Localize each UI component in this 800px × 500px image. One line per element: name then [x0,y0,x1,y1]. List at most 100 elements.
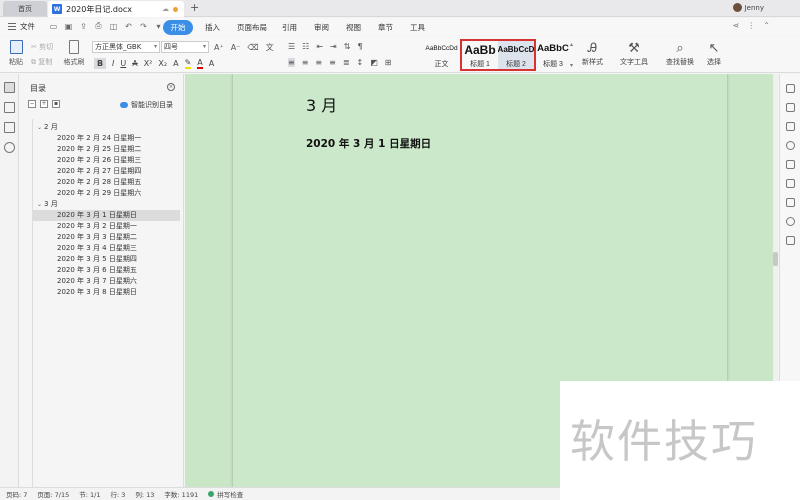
text-tools-button[interactable]: ⚒ 文字工具 [620,40,648,67]
find-replace-button[interactable]: ⌕ 查找替换 [666,40,694,67]
text-effect-icon[interactable]: A [173,59,178,68]
tab-review[interactable]: 审阅 [314,20,329,35]
toc-group-item[interactable]: ⌄ 2 月 [33,122,180,133]
decrease-indent-icon[interactable]: ⇤ [316,42,323,51]
char-shading-icon[interactable]: A [209,59,214,68]
toc-entry[interactable]: 2020 年 2 月 26 日星期三 [33,155,180,166]
toc-entry[interactable]: 2020 年 3 月 5 日星期四 [33,254,180,265]
paste-button[interactable]: 粘贴 [6,40,26,67]
status-column[interactable]: 列: 13 [135,489,154,499]
redo-icon[interactable]: ↷ [138,21,149,31]
document-tab[interactable]: W 2020年日记.docx ☁ [48,1,184,17]
distribute-icon[interactable]: ≣ [343,58,350,67]
preview-icon[interactable]: ◫ [108,21,119,31]
tab-page-layout[interactable]: 页面布局 [237,20,267,35]
user-account[interactable]: Jenny [732,3,764,12]
style-heading-3[interactable]: AaBbC 标题 3 [536,39,570,71]
bullet-list-icon[interactable]: ☰ [288,42,295,51]
cloud-icon[interactable]: ☁ [162,5,169,13]
select-button[interactable]: ↖ 选择 [707,40,721,67]
collapse-ribbon-icon[interactable]: ⌃ [763,21,770,30]
grow-font-icon[interactable]: A⁺ [214,43,224,52]
chevron-down-icon[interactable]: ⌄ [37,122,42,133]
line-spacing-icon[interactable]: ↕ [357,58,364,67]
underline-button[interactable]: U [120,59,126,68]
copy-button[interactable]: ⧉ 复制 [31,57,52,67]
italic-button[interactable]: I [112,59,114,68]
tab-chapter[interactable]: 章节 [378,20,393,35]
find-icon[interactable] [3,142,15,153]
pointer-icon[interactable] [785,160,795,169]
toc-group-item[interactable]: ⌄ 3 月 [33,199,180,210]
tab-start[interactable]: 开始 [163,20,193,35]
superscript-button[interactable]: X² [144,59,153,68]
page-thumbnail-icon[interactable] [3,102,15,113]
align-left-icon[interactable]: ≡ [288,58,295,67]
numbered-list-icon[interactable]: ☷ [302,42,309,51]
toc-entry[interactable]: 2020 年 3 月 8 日星期日 [33,287,180,298]
home-tab[interactable]: 首页 [3,1,47,16]
new-tab-button[interactable]: + [190,1,199,14]
undo-icon[interactable]: ↶ [123,21,134,31]
shrink-font-icon[interactable]: A⁻ [231,43,241,52]
tab-tools[interactable]: 工具 [410,20,425,35]
scrollbar-thumb[interactable] [773,252,778,266]
style-normal[interactable]: AaBbCcDd 正文 [424,39,459,71]
open-icon[interactable]: ▭ [48,21,59,31]
settings-sliders-icon[interactable] [785,198,795,207]
strikethrough-button[interactable]: A [132,59,137,68]
close-icon[interactable]: × [167,83,175,91]
tab-insert[interactable]: 插入 [205,20,220,35]
toc-entry[interactable]: 2020 年 2 月 27 日星期四 [33,166,180,177]
toc-entry[interactable]: 2020 年 3 月 6 日星期五 [33,265,180,276]
font-name-select[interactable]: 方正黑体_GBK ▾ [92,41,160,53]
toc-entry[interactable]: 2020 年 3 月 3 日星期二 [33,232,180,243]
show-marks-icon[interactable]: ¶ [357,42,362,51]
more-options-icon[interactable]: ⋮ [747,21,755,30]
cut-button[interactable]: ✂ 剪切 [31,42,53,52]
tab-view[interactable]: 视图 [346,20,361,35]
increase-indent-icon[interactable]: ⇥ [330,42,337,51]
heading-level-2[interactable]: 2020 年 3 月 1 日星期日 [306,136,431,151]
compass-icon[interactable] [785,141,795,150]
toc-entry[interactable]: 2020 年 2 月 25 日星期二 [33,144,180,155]
align-right-icon[interactable]: ≡ [315,58,322,67]
heading-level-1[interactable]: 3 月 [306,92,337,116]
status-pages[interactable]: 页面: 7/15 [37,489,69,499]
font-size-select[interactable]: 四号 ▾ [161,41,209,53]
collapse-all-icon[interactable]: − [28,100,36,108]
highlight-icon[interactable]: ✎ [184,58,192,69]
lock-icon[interactable] [785,179,795,188]
justify-icon[interactable]: ≡ [329,58,336,67]
status-word-count[interactable]: 字数: 1191 [164,489,198,499]
styles-scroll[interactable]: ▴ ▾ [570,39,578,71]
phonetic-icon[interactable]: 文 [266,42,274,53]
toc-nav-icon[interactable] [3,82,15,93]
status-row[interactable]: 行: 3 [110,489,125,499]
status-page[interactable]: 页码: 7 [6,489,27,499]
subscript-button[interactable]: X₂ [158,59,167,68]
history-icon[interactable] [785,217,795,226]
chevron-down-icon[interactable]: ⌄ [37,199,42,210]
file-menu[interactable]: 文件 [8,21,35,32]
pen-icon[interactable] [785,84,795,93]
toc-entry[interactable]: 2020 年 3 月 4 日星期三 [33,243,180,254]
align-center-icon[interactable]: ≡ [302,58,309,67]
toc-entry[interactable]: 2020 年 3 月 2 日星期一 [33,221,180,232]
tab-references[interactable]: 引用 [282,20,297,35]
print-icon[interactable]: ⎙ [93,21,104,31]
format-painter-button[interactable]: 格式刷 [63,40,85,67]
toc-entry[interactable]: 2020 年 2 月 29 日星期六 [33,188,180,199]
bold-button[interactable]: B [94,58,106,69]
smart-toc-button[interactable]: 智能识别目录 [120,100,173,110]
expand-all-icon[interactable]: + [40,100,48,108]
border-icon[interactable]: ⊞ [385,58,392,67]
save-icon[interactable]: ▣ [63,21,74,31]
shading-icon[interactable]: ◩ [370,58,378,67]
shapes-icon[interactable] [785,103,795,112]
sort-icon[interactable]: ⇅ [344,42,351,51]
spell-check-button[interactable]: 拼写检查 [208,489,243,499]
export-icon[interactable]: ⇪ [78,21,89,31]
image-icon[interactable] [785,236,795,245]
toc-entry[interactable]: 2020 年 3 月 7 日星期六 [33,276,180,287]
